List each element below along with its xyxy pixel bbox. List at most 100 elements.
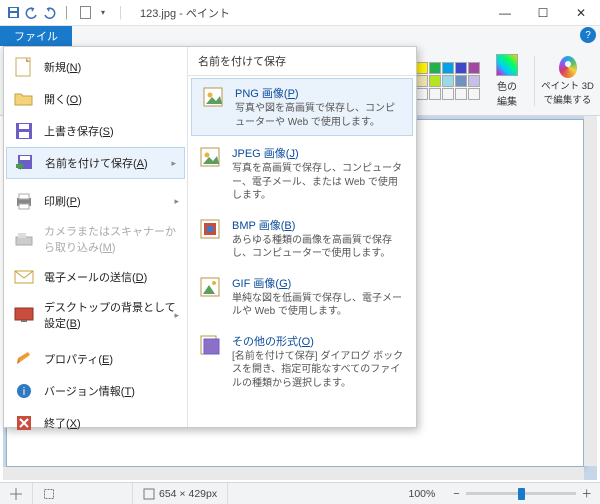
file-menu-item-mail[interactable]: 電子メールの送信(D) — [4, 261, 187, 293]
minimize-button[interactable]: — — [486, 0, 524, 25]
file-menu: 新規(N) 開く(O) 上書き保存(S)名前を付けて保存(A)▸ 印刷(P) ▸ カメラま… — [3, 46, 417, 428]
file-menu-item-new[interactable]: 新規(N) — [4, 51, 187, 83]
menu-strip: ファイル ? — [0, 26, 600, 46]
file-menu-item-label: 印刷(P) — [44, 193, 81, 209]
horizontal-scrollbar[interactable] — [3, 467, 584, 480]
save-icon[interactable] — [6, 6, 20, 20]
file-menu-item-props[interactable]: プロパティ(E) — [4, 343, 187, 375]
quick-access-toolbar: │ ▾ │ — [0, 6, 134, 20]
file-menu-item-label: カメラまたはスキャナーから取り込み(M) — [44, 223, 177, 255]
file-menu-item-saveas[interactable]: 名前を付けて保存(A)▸ — [6, 147, 185, 179]
paint-3d-button[interactable]: ペイント 3D で編集する — [534, 56, 594, 106]
format-title: PNG 画像(P) — [235, 85, 403, 101]
format-title: BMP 画像(B) — [232, 217, 406, 233]
saveas-format-other[interactable]: その他の形式(O)[名前を付けて保存] ダイアログ ボックスを開き、指定可能なす… — [188, 326, 416, 398]
svg-text:i: i — [23, 386, 25, 398]
palette-swatch[interactable] — [429, 88, 441, 100]
palette-swatch[interactable] — [468, 88, 480, 100]
saveas-format-list: PNG 画像(P)写真や図を高画質で保存し、コンピューターや Web で使用しま… — [188, 76, 416, 397]
zoom-control: − ＋ — [445, 486, 600, 501]
canvas-size-cell: 654 × 429px — [133, 483, 228, 504]
paint3d-label-2: で編集する — [544, 92, 592, 106]
saveas-format-gif[interactable]: GIF 画像(G)単純な図を低画質で保存し、電子メールや Web で使用します。 — [188, 268, 416, 326]
title-bar: │ ▾ │ 123.jpg - ペイント — ☐ ✕ — [0, 0, 600, 26]
file-menu-item-label: 新規(N) — [44, 59, 81, 75]
help-button[interactable]: ? — [580, 27, 596, 43]
chevron-right-icon: ▸ — [174, 196, 179, 207]
palette-swatch[interactable] — [429, 62, 441, 74]
palette-swatch[interactable] — [455, 75, 467, 87]
palette-swatch[interactable] — [442, 75, 454, 87]
undo-icon[interactable] — [24, 6, 38, 20]
palette-swatch[interactable] — [429, 75, 441, 87]
file-menu-item-label: プロパティ(E) — [44, 351, 113, 367]
open-icon — [14, 89, 34, 109]
file-menu-item-about[interactable]: iバージョン情報(T) — [4, 375, 187, 407]
desktop-icon — [14, 305, 34, 325]
bmp-format-icon — [198, 217, 222, 241]
mail-icon — [14, 267, 34, 287]
saveas-format-bmp[interactable]: BMP 画像(B)あらゆる種類の画像を高画質で保存し、コンピューターで使用します… — [188, 210, 416, 268]
palette-swatch[interactable] — [416, 62, 428, 74]
format-desc: 写真を高画質で保存し、コンピューター、電子メール、または Web で使用します。 — [232, 162, 406, 203]
palette-swatch[interactable] — [442, 88, 454, 100]
redo-icon[interactable] — [42, 6, 56, 20]
format-title: GIF 画像(G) — [232, 275, 406, 291]
selection-icon — [43, 488, 55, 500]
file-menu-item-save[interactable]: 上書き保存(S) — [4, 115, 187, 147]
about-icon: i — [14, 381, 34, 401]
saveas-format-jpeg[interactable]: JPEG 画像(J)写真を高画質で保存し、コンピューター、電子メール、または W… — [188, 138, 416, 210]
file-menu-item-print[interactable]: 印刷(P) ▸ — [4, 185, 187, 217]
file-menu-item-open[interactable]: 開く(O) — [4, 83, 187, 115]
zoom-thumb[interactable] — [518, 488, 525, 500]
canvas-size-text: 654 × 429px — [159, 488, 217, 500]
zoom-in-button[interactable]: ＋ — [582, 486, 593, 501]
exit-icon — [14, 413, 34, 433]
format-title: その他の形式(O) — [232, 333, 406, 349]
file-tab[interactable]: ファイル — [0, 26, 72, 46]
palette-swatch[interactable] — [416, 88, 428, 100]
file-menu-item-label: 終了(X) — [44, 415, 81, 431]
qat-dropdown-icon[interactable]: ▾ — [96, 6, 110, 20]
qat-separator: │ — [60, 6, 74, 20]
file-menu-item-exit[interactable]: 終了(X) — [4, 407, 187, 439]
document-icon[interactable] — [78, 6, 92, 20]
print-icon — [14, 191, 34, 211]
file-menu-right: 名前を付けて保存 PNG 画像(P)写真や図を高画質で保存し、コンピューターや … — [188, 47, 416, 427]
other-format-icon — [198, 333, 222, 357]
edit-colors-button[interactable]: 色の 編集 — [486, 54, 528, 108]
vertical-scrollbar[interactable] — [584, 116, 597, 466]
png-format-icon — [201, 85, 225, 109]
cursor-position-cell — [0, 483, 33, 504]
close-button[interactable]: ✕ — [562, 0, 600, 25]
palette-swatch[interactable] — [455, 62, 467, 74]
file-menu-item-label: 開く(O) — [44, 91, 82, 107]
palette-swatch[interactable] — [455, 88, 467, 100]
maximize-button[interactable]: ☐ — [524, 0, 562, 25]
window-controls: — ☐ ✕ — [486, 0, 600, 25]
crosshair-icon — [10, 488, 22, 500]
palette-swatch[interactable] — [416, 75, 428, 87]
file-menu-left: 新規(N) 開く(O) 上書き保存(S)名前を付けて保存(A)▸ 印刷(P) ▸ カメラま… — [4, 47, 188, 427]
gif-format-icon — [198, 275, 222, 299]
file-menu-item-label: デスクトップの背景として設定(B) — [44, 299, 177, 331]
save-icon — [14, 121, 34, 141]
file-menu-item-desktop[interactable]: デスクトップの背景として設定(B)▸ — [4, 293, 187, 337]
chevron-right-icon: ▸ — [174, 310, 179, 321]
jpeg-format-icon — [198, 145, 222, 169]
paint-3d-icon — [559, 56, 577, 78]
zoom-text-cell: 100% — [399, 483, 446, 504]
saveas-header: 名前を付けて保存 — [188, 47, 416, 76]
zoom-out-button[interactable]: − — [453, 488, 459, 500]
file-menu-item-scanner: カメラまたはスキャナーから取り込み(M) — [4, 217, 187, 261]
saveas-format-png[interactable]: PNG 画像(P)写真や図を高画質で保存し、コンピューターや Web で使用しま… — [191, 78, 413, 136]
canvas-size-icon — [143, 488, 155, 500]
palette-swatch[interactable] — [468, 62, 480, 74]
zoom-text: 100% — [409, 488, 436, 500]
zoom-slider[interactable] — [466, 492, 576, 495]
window-title: 123.jpg - ペイント — [140, 5, 230, 21]
palette-swatch[interactable] — [442, 62, 454, 74]
format-desc: [名前を付けて保存] ダイアログ ボックスを開き、指定可能なすべてのファイルの種… — [232, 350, 406, 391]
format-desc: 写真や図を高画質で保存し、コンピューターや Web で使用します。 — [235, 102, 403, 129]
palette-swatch[interactable] — [468, 75, 480, 87]
